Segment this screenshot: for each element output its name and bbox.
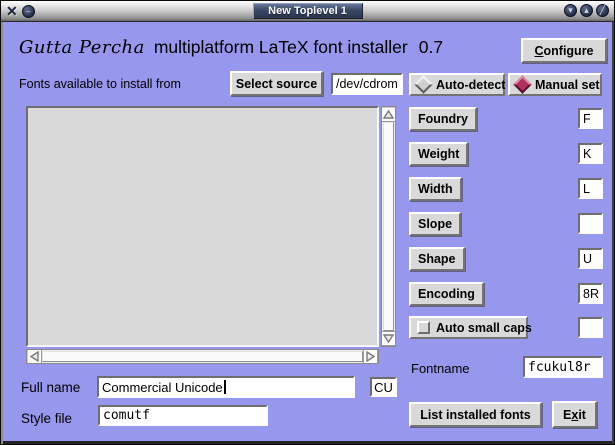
auto-small-caps-checkbox[interactable]: Auto small caps [409, 316, 528, 339]
window-title-text: New Toplevel 1 [268, 5, 347, 17]
page-title: Gutta Percha multiplatform LaTeX font in… [19, 37, 443, 58]
style-file-input[interactable]: comutf [98, 405, 268, 426]
auto-detect-radio[interactable]: Auto-detect [409, 73, 505, 96]
small-caps-input[interactable] [578, 317, 603, 338]
scroll-right-arrow-icon[interactable] [363, 350, 378, 363]
manual-set-radio[interactable]: Manual set [508, 73, 602, 96]
vertical-scroll-thumb[interactable] [383, 122, 394, 331]
scroll-up-arrow-icon[interactable] [382, 107, 395, 122]
horizontal-scroll-thumb[interactable] [42, 351, 363, 362]
encoding-button[interactable]: Encoding [409, 282, 484, 306]
shape-button[interactable]: Shape [409, 247, 465, 271]
app-x-icon[interactable]: ✕ [6, 4, 18, 19]
app-brand-name: Gutta Percha [19, 37, 145, 58]
checkbox-icon[interactable] [417, 321, 430, 334]
titlebar-right-controls: ▾ ▴ ╱ [564, 4, 609, 17]
app-version: 0.7 [419, 37, 443, 58]
listbox-horizontal-scrollbar[interactable] [26, 349, 379, 364]
titlebar-left-controls: ✕ – [6, 3, 35, 20]
foundry-value: F [583, 112, 591, 126]
foundry-button[interactable]: Foundry [409, 107, 477, 131]
configure-button[interactable]: Configure [521, 38, 607, 63]
width-value: L [583, 182, 590, 196]
shade-down-icon[interactable]: ▾ [564, 4, 577, 17]
shape-input[interactable]: U [578, 248, 603, 269]
encoding-input[interactable]: 8R [578, 283, 603, 304]
shade-up-icon[interactable]: ▴ [580, 4, 593, 17]
source-path-input[interactable]: /dev/cdrom [331, 73, 403, 95]
radio-diamond-icon[interactable] [414, 75, 432, 93]
source-path-value: /dev/cdrom [336, 77, 398, 91]
auto-detect-label: Auto-detect [436, 78, 505, 92]
encoding-value: 8R [583, 287, 599, 301]
fontname-input[interactable]: fcukul8r [523, 356, 603, 378]
exit-button[interactable]: Exit [552, 401, 597, 428]
list-installed-fonts-button[interactable]: List installed fonts [409, 402, 542, 427]
close-icon[interactable]: ╱ [596, 4, 609, 17]
fontname-value: fcukul8r [528, 360, 591, 375]
width-button[interactable]: Width [409, 177, 462, 201]
full-name-input[interactable]: Commercial Unicode [97, 376, 355, 398]
slope-input[interactable] [578, 213, 603, 234]
vertical-scroll-track[interactable] [382, 122, 395, 331]
window-title: New Toplevel 1 [253, 3, 363, 19]
weight-button[interactable]: Weight [409, 142, 468, 166]
select-source-button[interactable]: Select source [230, 71, 323, 96]
abbreviation-input[interactable]: CU [370, 377, 397, 397]
scroll-down-arrow-icon[interactable] [382, 331, 395, 346]
scroll-left-arrow-icon[interactable] [27, 350, 42, 363]
weight-value: K [583, 147, 591, 161]
font-listbox[interactable] [26, 106, 379, 347]
app-window: ✕ – New Toplevel 1 ▾ ▴ ╱ Gutta Percha mu… [0, 0, 615, 445]
app-title-text: multiplatform LaTeX font installer [154, 37, 408, 58]
slope-button[interactable]: Slope [409, 212, 461, 236]
fontname-label: Fontname [411, 361, 470, 376]
weight-input[interactable]: K [578, 143, 603, 164]
shape-value: U [583, 252, 592, 266]
abbreviation-value: CU [374, 380, 393, 395]
titlebar[interactable]: ✕ – New Toplevel 1 ▾ ▴ ╱ [1, 1, 614, 22]
style-file-label: Style file [21, 411, 72, 426]
source-row-label: Fonts available to install from [19, 77, 181, 91]
style-file-value: comutf [103, 408, 150, 423]
listbox-vertical-scrollbar[interactable] [381, 106, 396, 347]
full-name-label: Full name [21, 380, 80, 395]
minimize-icon[interactable]: – [22, 5, 35, 18]
text-cursor [224, 380, 226, 394]
auto-small-caps-label: Auto small caps [436, 321, 532, 335]
manual-set-label: Manual set [535, 78, 600, 92]
width-input[interactable]: L [578, 178, 603, 199]
full-name-value: Commercial Unicode [102, 380, 223, 395]
horizontal-scroll-track[interactable] [42, 350, 363, 363]
radio-diamond-icon[interactable] [513, 75, 531, 93]
foundry-input[interactable]: F [578, 108, 603, 129]
